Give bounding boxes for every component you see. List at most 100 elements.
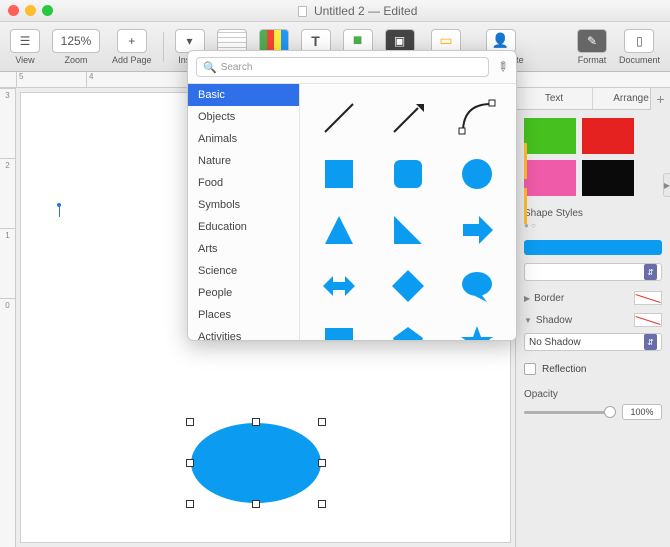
- format-label: Format: [578, 55, 607, 65]
- resize-handle-tm[interactable]: [252, 418, 260, 426]
- search-input[interactable]: 🔍 Search: [196, 57, 489, 77]
- minimize-icon[interactable]: [25, 5, 36, 16]
- doc-name: Untitled 2: [314, 4, 365, 18]
- close-icon[interactable]: [8, 5, 19, 16]
- accent-bar: [524, 143, 527, 179]
- search-icon: 🔍: [203, 61, 217, 74]
- shadow-none-swatch[interactable]: [634, 313, 662, 327]
- shape-styles-label: Shape Styles: [516, 204, 670, 221]
- border-section[interactable]: ▶ Border: [516, 285, 670, 307]
- accent-bar: [524, 188, 527, 224]
- category-symbols[interactable]: Symbols: [188, 194, 299, 216]
- resize-handle-mr[interactable]: [318, 459, 326, 467]
- fill-dropdown[interactable]: ⇵: [524, 263, 662, 281]
- disclosure-down-icon: ▼: [524, 316, 532, 325]
- ruler-tick: 2: [0, 158, 15, 228]
- tab-text[interactable]: Text: [516, 88, 593, 109]
- swatch-red[interactable]: [582, 118, 634, 154]
- pen-icon[interactable]: ✎: [493, 57, 512, 76]
- shape-right-triangle[interactable]: [388, 210, 428, 250]
- border-label: Border: [534, 293, 564, 304]
- chart-icon: [259, 29, 289, 53]
- category-activities[interactable]: Activities: [188, 326, 299, 341]
- resize-handle-bl[interactable]: [186, 500, 194, 508]
- shape-circle[interactable]: [457, 154, 497, 194]
- ruler-tick: 1: [0, 228, 15, 298]
- border-none-swatch[interactable]: [634, 291, 662, 305]
- reflection-checkbox[interactable]: [524, 363, 536, 375]
- category-places[interactable]: Places: [188, 304, 299, 326]
- shape-triangle[interactable]: [319, 210, 359, 250]
- category-basic[interactable]: Basic: [188, 84, 299, 106]
- document-inspector-button[interactable]: ▯Document: [615, 27, 664, 67]
- format-inspector-button[interactable]: ✎Format: [573, 27, 611, 67]
- category-food[interactable]: Food: [188, 172, 299, 194]
- table-icon: [217, 29, 247, 53]
- swatch-green[interactable]: [524, 118, 576, 154]
- shape-square[interactable]: [319, 154, 359, 194]
- selection-handles: [186, 418, 326, 508]
- resize-handle-tr[interactable]: [318, 418, 326, 426]
- shape-pentagon[interactable]: [388, 322, 428, 341]
- view-button[interactable]: ☰View: [6, 27, 44, 67]
- shape-arrow-right[interactable]: [457, 210, 497, 250]
- category-science[interactable]: Science: [188, 260, 299, 282]
- fill-color-pill[interactable]: [524, 240, 662, 255]
- opacity-label: Opacity: [524, 389, 662, 400]
- swatch-black[interactable]: [582, 160, 634, 196]
- shape-line[interactable]: [319, 98, 359, 138]
- category-animals[interactable]: Animals: [188, 128, 299, 150]
- chevron-updown-icon: ⇵: [644, 264, 657, 280]
- page-icon: ▯: [624, 29, 654, 53]
- expand-tray-icon[interactable]: ▶: [663, 173, 670, 197]
- category-education[interactable]: Education: [188, 216, 299, 238]
- slider-thumb[interactable]: [604, 406, 616, 418]
- ruler-tick: 4: [86, 72, 156, 87]
- shadow-dropdown-row: No Shadow ⇵: [516, 329, 670, 355]
- reflection-row: Reflection: [516, 355, 670, 383]
- shapes-grid: [300, 84, 516, 341]
- shape-rounded-square[interactable]: [388, 154, 428, 194]
- opacity-value[interactable]: 100%: [622, 404, 662, 420]
- disclosure-right-icon: ▶: [524, 294, 530, 303]
- category-nature[interactable]: Nature: [188, 150, 299, 172]
- category-arts[interactable]: Arts: [188, 238, 299, 260]
- popover-search-row: 🔍 Search ✎: [188, 51, 516, 84]
- resize-handle-tl[interactable]: [186, 418, 194, 426]
- swatch-pink[interactable]: [524, 160, 576, 196]
- fill-row: [516, 236, 670, 259]
- resize-handle-bm[interactable]: [252, 500, 260, 508]
- add-tab-button[interactable]: +: [650, 88, 670, 110]
- shape-diamond[interactable]: [388, 266, 428, 306]
- category-objects[interactable]: Objects: [188, 106, 299, 128]
- shadow-section[interactable]: ▼ Shadow: [516, 307, 670, 329]
- opacity-slider[interactable]: [524, 411, 616, 414]
- add-page-label: Add Page: [112, 55, 152, 65]
- inspector-panel: + Style Text Arrange ▶ Shape Styles ● ○ …: [515, 88, 670, 547]
- resize-handle-ml[interactable]: [186, 459, 194, 467]
- shape-star[interactable]: [457, 322, 497, 341]
- search-placeholder: Search: [221, 62, 253, 73]
- shadow-dropdown[interactable]: No Shadow ⇵: [524, 333, 662, 351]
- shape-curve[interactable]: [457, 98, 497, 138]
- category-people[interactable]: People: [188, 282, 299, 304]
- shape-arrow-double[interactable]: [319, 266, 359, 306]
- fill-dropdown-row: ⇵: [516, 259, 670, 285]
- pager-dots: ● ○: [516, 221, 670, 236]
- shape-arrow-line[interactable]: [388, 98, 428, 138]
- resize-handle-br[interactable]: [318, 500, 326, 508]
- toolbar-right: ✎Format ▯Document: [573, 27, 664, 67]
- shadow-value: No Shadow: [529, 337, 581, 348]
- zoom-button[interactable]: 125%Zoom: [48, 27, 104, 67]
- add-page-button[interactable]: +Add Page: [108, 27, 156, 67]
- selected-oval-shape[interactable]: [191, 423, 321, 503]
- reflection-label: Reflection: [542, 364, 586, 375]
- maximize-icon[interactable]: [42, 5, 53, 16]
- shape-callout-square[interactable]: [319, 322, 359, 341]
- shape-speech-bubble[interactable]: [457, 266, 497, 306]
- opacity-section: Opacity 100%: [516, 383, 670, 426]
- view-label: View: [15, 55, 34, 65]
- zoom-value: 125%: [52, 29, 100, 53]
- titlebar: Untitled 2 — Edited: [0, 0, 670, 22]
- style-swatches: [516, 110, 670, 204]
